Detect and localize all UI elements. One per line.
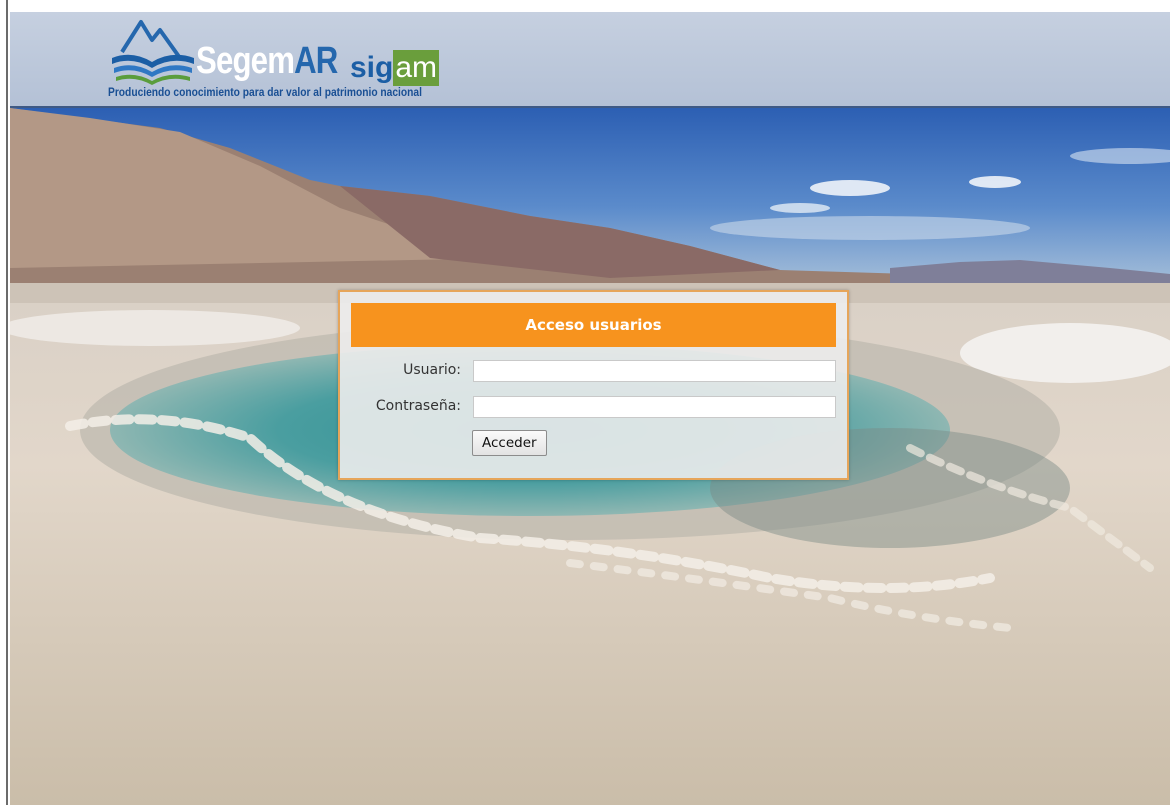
tagline: Produciendo conocimiento para dar valor …	[108, 87, 422, 99]
brand-segemar-text: SegemAR	[196, 40, 338, 83]
window-left-border	[0, 0, 8, 805]
username-input[interactable]	[473, 360, 836, 382]
username-label: Usuario:	[403, 362, 461, 378]
login-panel: Acceso usuarios Usuario: Contraseña: Acc…	[338, 290, 849, 480]
brand-sig: sig	[350, 51, 394, 84]
brand-segem: Segem	[196, 40, 295, 82]
password-input[interactable]	[473, 396, 836, 418]
login-panel-title: Acceso usuarios	[351, 303, 836, 347]
page: SegemAR sigam Produciendo conocimiento p…	[0, 0, 1170, 805]
site-header: SegemAR sigam Produciendo conocimiento p…	[10, 12, 1170, 108]
login-submit-button[interactable]: Acceder	[472, 430, 547, 456]
password-label: Contraseña:	[375, 398, 461, 414]
brand-ar: AR	[294, 40, 338, 82]
brand-sigam-text: sigam	[350, 50, 440, 86]
segemar-logo[interactable]: SegemAR sigam Produciendo conocimiento p…	[108, 14, 478, 106]
brand-am: am	[393, 50, 440, 86]
window-top-strip	[8, 0, 1170, 12]
mountain-book-icon	[112, 20, 194, 85]
